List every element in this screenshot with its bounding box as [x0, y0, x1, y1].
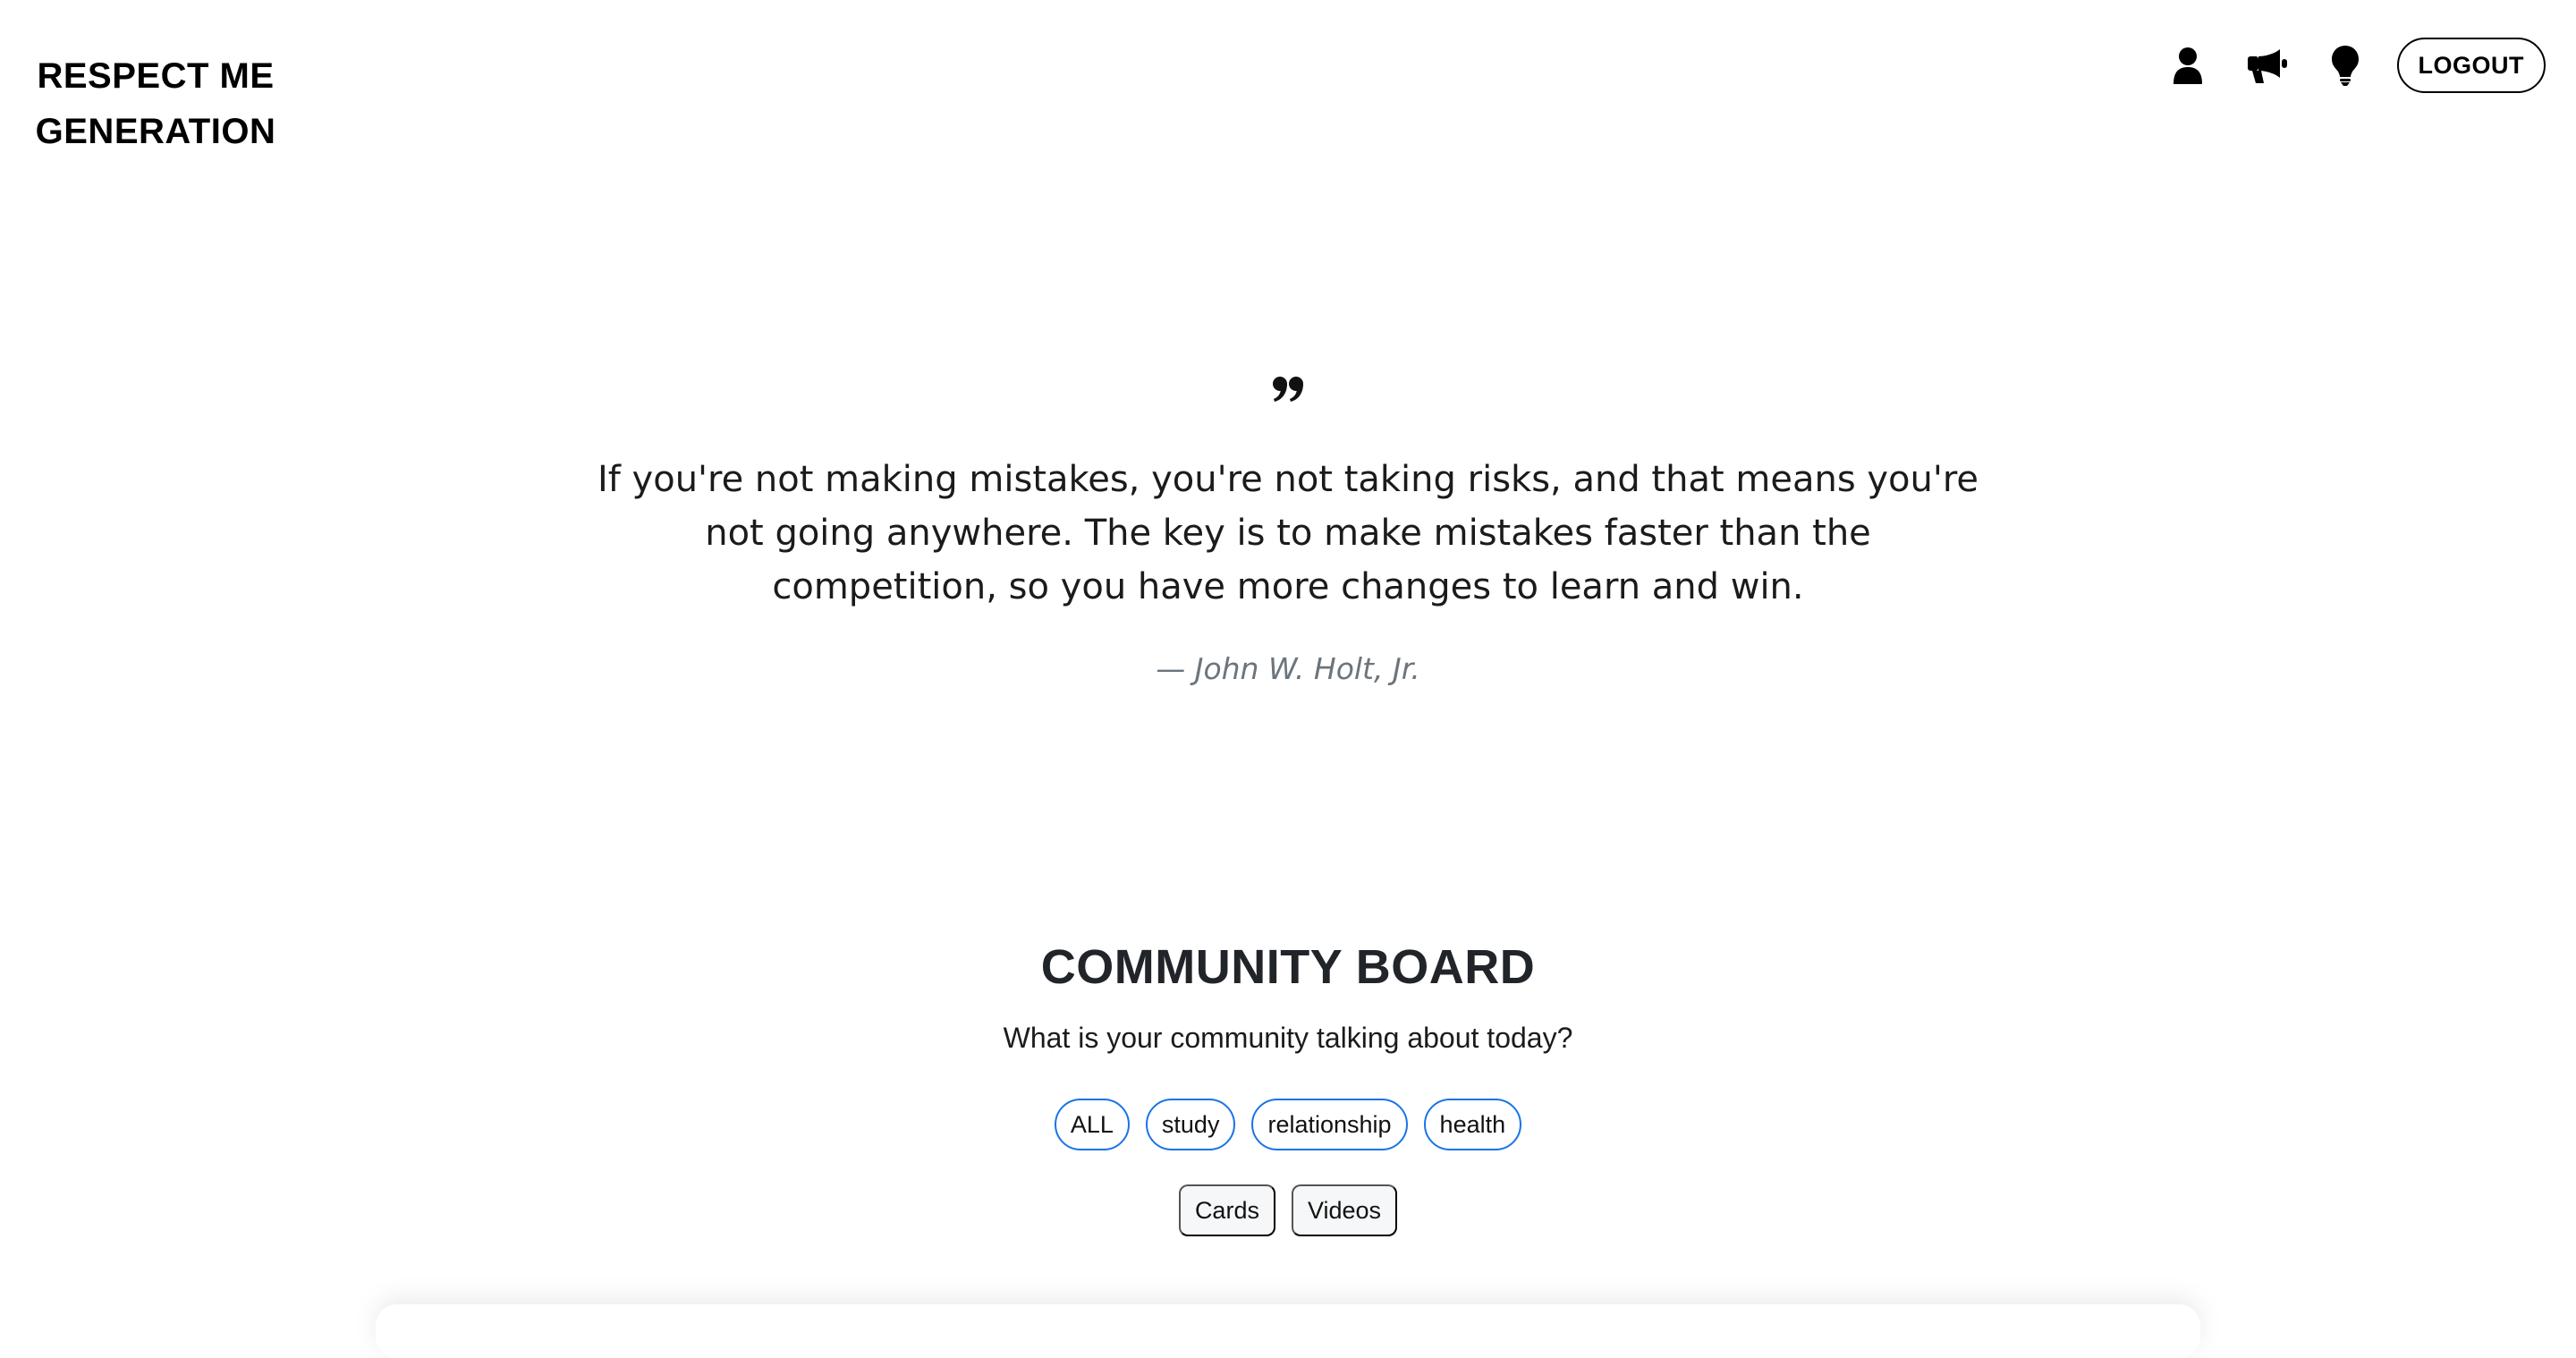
- community-subtitle: What is your community talking about tod…: [1003, 1022, 1573, 1054]
- view-videos-button[interactable]: Videos: [1291, 1184, 1398, 1236]
- tag-relationship[interactable]: relationship: [1251, 1099, 1408, 1150]
- megaphone-icon[interactable]: [2240, 38, 2293, 92]
- lightbulb-icon[interactable]: [2318, 38, 2372, 92]
- quote-section: If you're not making mistakes, you're no…: [0, 376, 2576, 686]
- quote-text: If you're not making mistakes, you're no…: [597, 459, 1979, 607]
- view-toggle-group: Cards Videos: [0, 1184, 2576, 1236]
- community-title: COMMUNITY BOARD: [1040, 940, 1536, 994]
- tag-study[interactable]: study: [1145, 1099, 1236, 1150]
- brand-line-2: GENERATION: [35, 112, 276, 151]
- view-cards-button[interactable]: Cards: [1178, 1184, 1275, 1236]
- tag-filter-group: ALL study relationship health: [0, 1099, 2576, 1150]
- quote-icon: [1273, 377, 1303, 402]
- header: RESPECT ME GENERATION LOGOUT: [0, 0, 2576, 179]
- quote-author: — John W. Holt, Jr.: [1156, 651, 1420, 686]
- brand-logo[interactable]: RESPECT ME GENERATION: [21, 48, 290, 159]
- brand-line-1: RESPECT ME: [37, 56, 275, 96]
- community-board: COMMUNITY BOARD What is your community t…: [0, 936, 2576, 1236]
- top-nav: LOGOUT: [2161, 38, 2546, 93]
- tag-health[interactable]: health: [1423, 1099, 1522, 1150]
- content-card: [376, 1304, 2200, 1358]
- tag-all[interactable]: ALL: [1054, 1099, 1130, 1150]
- logout-button[interactable]: LOGOUT: [2396, 38, 2546, 93]
- user-icon[interactable]: [2161, 38, 2215, 92]
